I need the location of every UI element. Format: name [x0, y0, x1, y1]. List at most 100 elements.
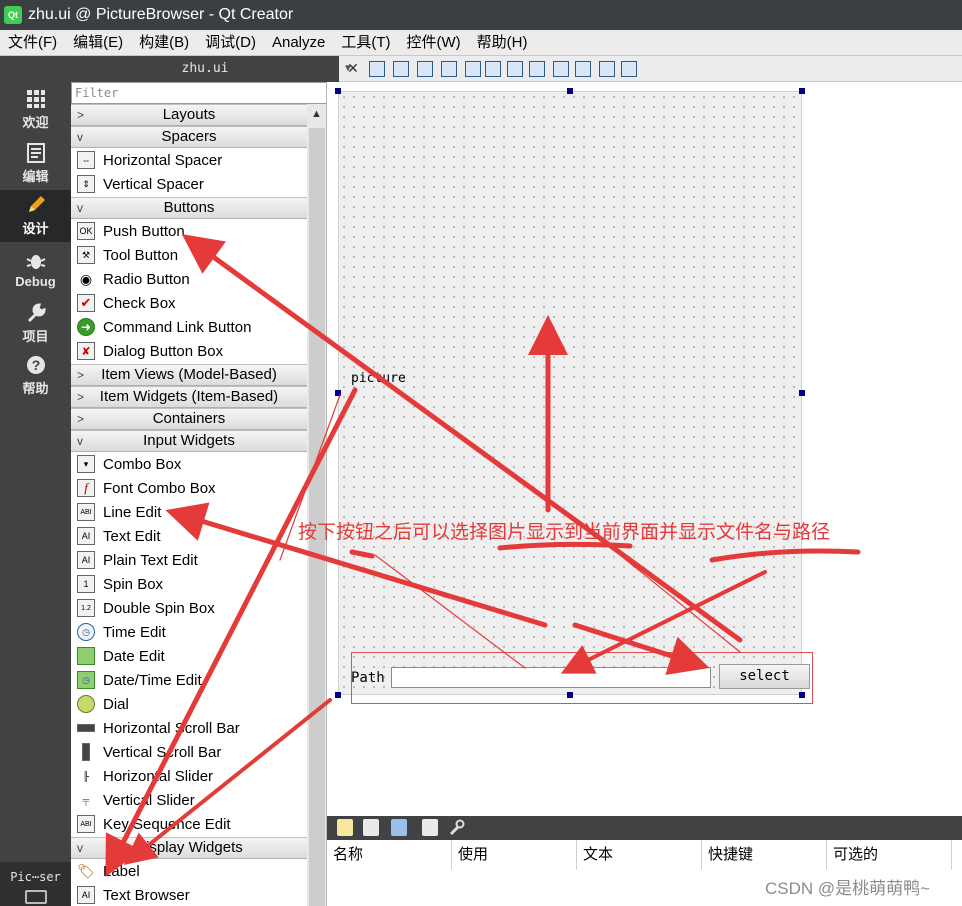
edit-signals-icon[interactable]	[393, 61, 409, 77]
path-label[interactable]: Path	[351, 670, 385, 686]
category-containers[interactable]: > Containers	[71, 408, 307, 430]
widget-spin-box[interactable]: 1 Spin Box	[71, 572, 307, 596]
edit-tab-order-icon[interactable]	[441, 61, 457, 77]
mode-edit[interactable]: 编辑	[0, 138, 71, 190]
widget-label-item[interactable]: 🏷 Label	[71, 859, 307, 883]
widget-dial[interactable]: Dial	[71, 692, 307, 716]
column-header-checkable[interactable]: 可选的	[827, 840, 952, 870]
widget-combo-box[interactable]: ▾ Combo Box	[71, 452, 307, 476]
horizontal-scroll-bar-icon	[77, 724, 95, 732]
widget-label: Combo Box	[103, 455, 182, 473]
menu-widgets[interactable]: 控件(W)	[399, 30, 469, 56]
file-tab[interactable]: zhu.ui ▼	[71, 56, 351, 82]
resize-handle[interactable]	[335, 692, 341, 698]
menu-analyze[interactable]: Analyze	[264, 30, 333, 56]
menu-build[interactable]: 构建(B)	[131, 30, 197, 56]
layout-form-icon[interactable]	[575, 61, 591, 77]
mode-help[interactable]: ? 帮助	[0, 350, 71, 402]
delete-icon[interactable]	[422, 819, 438, 836]
widget-command-link-button[interactable]: ➜ Command Link Button	[71, 315, 307, 339]
widget-text-edit[interactable]: AI Text Edit	[71, 524, 307, 548]
widget-plain-text-edit[interactable]: AI Plain Text Edit	[71, 548, 307, 572]
resize-handle[interactable]	[799, 88, 805, 94]
category-display-widgets[interactable]: v Display Widgets	[71, 837, 307, 859]
widget-date-edit[interactable]: Date Edit	[71, 644, 307, 668]
path-line-edit[interactable]	[391, 667, 711, 688]
widget-check-box[interactable]: ✔ Check Box	[71, 291, 307, 315]
paste-icon[interactable]	[391, 819, 407, 836]
close-icon[interactable]: ✕	[344, 59, 362, 77]
widget-push-button[interactable]: OK Push Button	[71, 219, 307, 243]
mode-label: 设计	[22, 221, 49, 236]
widget-vertical-slider[interactable]: ╤ Vertical Slider	[71, 788, 307, 812]
chevron-up-icon[interactable]: ▲	[311, 108, 322, 120]
mode-projects[interactable]: 项目	[0, 298, 71, 350]
adjust-size-icon[interactable]	[621, 61, 637, 77]
column-header-text[interactable]: 文本	[577, 840, 702, 870]
category-input-widgets[interactable]: v Input Widgets	[71, 430, 307, 452]
resize-handle[interactable]	[799, 390, 805, 396]
filter-input[interactable]: Filter	[71, 82, 326, 104]
category-buttons[interactable]: v Buttons	[71, 197, 307, 219]
column-header-shortcut[interactable]: 快捷键	[702, 840, 827, 870]
widget-horizontal-scroll-bar[interactable]: Horizontal Scroll Bar	[71, 716, 307, 740]
layout-vertical-icon[interactable]	[485, 61, 501, 77]
category-layouts[interactable]: > Layouts	[71, 104, 307, 126]
widget-vertical-spacer[interactable]: ⇕ Vertical Spacer	[71, 172, 307, 196]
main-form[interactable]: picture Path select	[338, 91, 813, 704]
menu-file[interactable]: 文件(F)	[0, 30, 65, 56]
layout-horizontal-icon[interactable]	[465, 61, 481, 77]
mode-design[interactable]: 设计	[0, 190, 71, 242]
picture-label[interactable]: picture	[351, 371, 406, 386]
widget-dialog-button-box[interactable]: ✘ Dialog Button Box	[71, 339, 307, 363]
wrench-icon[interactable]	[449, 819, 465, 836]
column-header-used[interactable]: 使用	[452, 840, 577, 870]
column-header-name[interactable]: 名称	[327, 840, 452, 870]
copy-icon[interactable]	[363, 819, 379, 836]
widget-radio-button[interactable]: ◉ Radio Button	[71, 267, 307, 291]
edit-buddies-icon[interactable]	[417, 61, 433, 77]
widget-time-edit[interactable]: ◷ Time Edit	[71, 620, 307, 644]
widget-datetime-edit[interactable]: ◷ Date/Time Edit	[71, 668, 307, 692]
break-layout-icon[interactable]	[599, 61, 615, 77]
widget-horizontal-spacer[interactable]: ⇔ Horizontal Spacer	[71, 148, 307, 172]
action-editor-toolbar	[327, 816, 962, 840]
widget-double-spin-box[interactable]: 1.2 Double Spin Box	[71, 596, 307, 620]
bug-icon	[25, 251, 47, 271]
check-box-icon: ✔	[77, 294, 95, 312]
widget-text-browser[interactable]: AI Text Browser	[71, 883, 307, 906]
category-item-widgets[interactable]: > Item Widgets (Item-Based)	[71, 386, 307, 408]
menu-help[interactable]: 帮助(H)	[469, 30, 536, 56]
mode-welcome[interactable]: 欢迎	[0, 84, 71, 136]
edit-widgets-icon[interactable]	[369, 61, 385, 77]
menu-edit[interactable]: 编辑(E)	[65, 30, 131, 56]
target-selector[interactable]: Pic⋯ser	[0, 862, 71, 906]
widget-box-scrollbar[interactable]: ▲	[307, 104, 326, 906]
widget-key-sequence-edit[interactable]: ABI Key Sequence Edit	[71, 812, 307, 836]
select-button[interactable]: select	[719, 664, 810, 689]
layout-splitter-h-icon[interactable]	[507, 61, 523, 77]
resize-handle[interactable]	[567, 88, 573, 94]
help-icon: ?	[25, 355, 47, 375]
resize-handle[interactable]	[799, 692, 805, 698]
resize-handle[interactable]	[335, 390, 341, 396]
widget-tool-button[interactable]: ⚒ Tool Button	[71, 243, 307, 267]
mode-debug[interactable]: Debug	[0, 244, 71, 296]
widget-vertical-scroll-bar[interactable]: Vertical Scroll Bar	[71, 740, 307, 764]
layout-grid-icon[interactable]	[553, 61, 569, 77]
resize-handle[interactable]	[335, 88, 341, 94]
widget-font-combo-box[interactable]: f Font Combo Box	[71, 476, 307, 500]
widget-label: Date/Time Edit	[103, 671, 202, 689]
layout-splitter-v-icon[interactable]	[529, 61, 545, 77]
menu-debug[interactable]: 调试(D)	[197, 30, 264, 56]
category-spacers[interactable]: v Spacers	[71, 126, 307, 148]
widget-horizontal-slider[interactable]: ╟ Horizontal Slider	[71, 764, 307, 788]
category-item-views[interactable]: > Item Views (Model-Based)	[71, 364, 307, 386]
resize-handle[interactable]	[567, 692, 573, 698]
mode-bar: 欢迎 编辑 设计 Debug 项目 ? 帮助 Pic⋯ser	[0, 56, 71, 906]
spin-box-icon: 1	[77, 575, 95, 593]
radio-button-icon: ◉	[79, 270, 93, 287]
menu-tools[interactable]: 工具(T)	[333, 30, 398, 56]
widget-line-edit[interactable]: ABI Line Edit	[71, 500, 307, 524]
new-action-icon[interactable]	[337, 819, 353, 836]
